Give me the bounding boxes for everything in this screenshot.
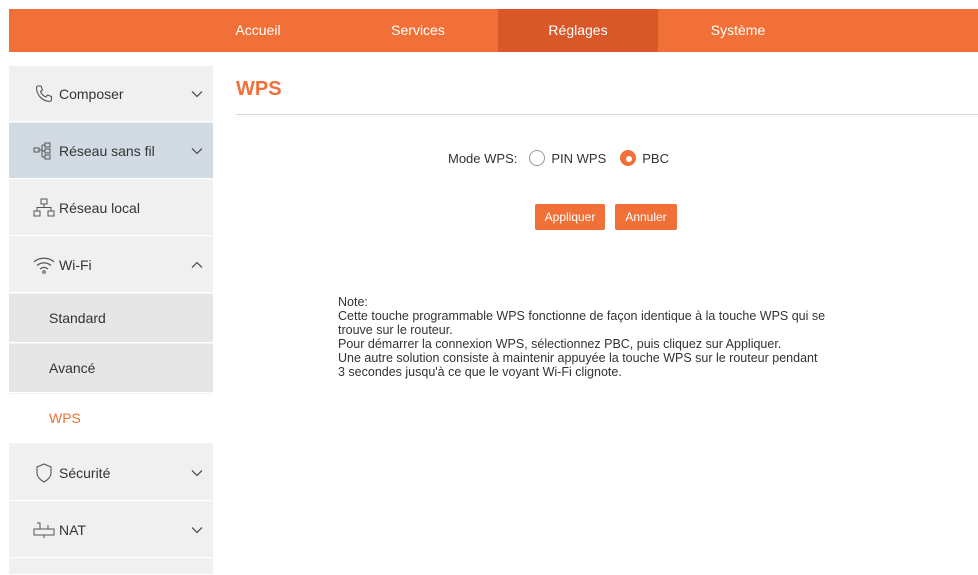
note-line: Cette touche programmable WPS fonctionne… [338, 309, 826, 323]
tab-reglages[interactable]: Réglages [498, 9, 658, 52]
window-left-edge [0, 52, 9, 575]
radio-pin-wps[interactable]: PIN WPS [529, 150, 606, 166]
cancel-button[interactable]: Annuler [615, 204, 677, 230]
note-line: Pour démarrer la connexion WPS, sélectio… [338, 337, 782, 351]
sidebar-item-label: NAT [59, 521, 86, 538]
chevron-down-icon[interactable] [190, 466, 204, 480]
chevron-down-icon[interactable] [190, 87, 204, 101]
phone-icon [31, 82, 57, 106]
sidebar-item-next[interactable] [9, 559, 213, 575]
sidebar-item-composer[interactable]: Composer [9, 66, 213, 122]
lan-icon [31, 196, 57, 220]
network-nodes-icon [31, 139, 57, 163]
sidebar-item-label: Wi-Fi [59, 256, 92, 273]
radio-circle[interactable] [620, 150, 637, 166]
wifi-icon [31, 253, 57, 277]
wps-mode-row: Mode WPS: PIN WPS PBC [448, 148, 683, 168]
sidebar-item-label: Réseau local [59, 199, 140, 216]
radio-label: PIN WPS [551, 150, 607, 166]
chevron-up-icon[interactable] [190, 258, 204, 272]
sidebar-item-nat[interactable]: NAT [9, 502, 213, 558]
tab-systeme[interactable]: Système [658, 9, 818, 52]
sidebar-subitem-standard[interactable]: Standard [9, 294, 213, 343]
radio-pbc[interactable]: PBC [620, 150, 669, 166]
sidebar-item-label: Réseau sans fil [59, 142, 155, 159]
sidebar-subitem-wps[interactable]: WPS [9, 394, 213, 443]
note-line: trouve sur le routeur. [338, 323, 453, 337]
note-text: Note: Cette touche programmable WPS fonc… [338, 295, 898, 379]
note-line: Une autre solution consiste à maintenir … [338, 351, 818, 365]
sidebar-subitem-avance[interactable]: Avancé [9, 344, 213, 393]
window-top-edge [0, 0, 978, 9]
wps-mode-label: Mode WPS: [448, 150, 518, 166]
nat-icon [31, 518, 57, 542]
sidebar-item-label: Composer [59, 85, 124, 102]
radio-label: PBC [642, 150, 669, 166]
apply-button[interactable]: Appliquer [535, 204, 605, 230]
chevron-down-icon[interactable] [190, 144, 204, 158]
sidebar-item-reseau-sans-fil[interactable]: Réseau sans fil [9, 123, 213, 179]
sidebar-item-securite[interactable]: Sécurité [9, 445, 213, 501]
sidebar-item-label: Sécurité [59, 464, 111, 481]
radio-circle[interactable] [529, 150, 546, 166]
top-nav-tabs: Accueil Services Réglages Système [178, 9, 818, 52]
tab-accueil[interactable]: Accueil [178, 9, 338, 52]
note-line: 3 secondes jusqu'à ce que le voyant Wi-F… [338, 365, 622, 379]
sidebar-item-reseau-local[interactable]: Réseau local [9, 180, 213, 236]
sidebar-item-wifi[interactable]: Wi-Fi [9, 237, 213, 293]
tab-services[interactable]: Services [338, 9, 498, 52]
top-navigation-bar: Accueil Services Réglages Système [9, 9, 978, 52]
shield-icon [31, 461, 57, 485]
sidebar: Composer Réseau sans fil Réseau local Wi… [9, 66, 213, 575]
page-title: WPS [236, 78, 282, 100]
note-line: Note: [338, 295, 368, 309]
title-divider [236, 114, 978, 115]
chevron-down-icon[interactable] [190, 523, 204, 537]
